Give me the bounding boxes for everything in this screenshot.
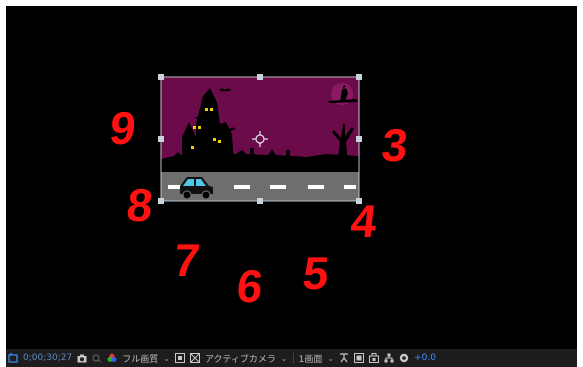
timecode[interactable]: 0;00;30;27	[23, 353, 72, 363]
lane-dash	[344, 185, 356, 189]
chevron-down-icon[interactable]: ⌄	[163, 354, 170, 363]
reset-exposure-icon[interactable]	[399, 353, 409, 363]
transform-handle[interactable]	[356, 74, 362, 80]
number-label-6: 6	[234, 260, 266, 312]
divider	[292, 353, 294, 363]
number-label-8: 8	[124, 179, 156, 231]
transform-handle[interactable]	[257, 198, 263, 204]
road-shoulder	[161, 165, 359, 172]
gravestone	[286, 150, 290, 157]
region-of-interest-icon[interactable]	[174, 353, 185, 363]
transform-handle[interactable]	[158, 136, 164, 142]
camera-select[interactable]: アクティブカメラ	[205, 352, 276, 365]
flowchart-icon[interactable]	[384, 353, 394, 363]
number-label-3: 3	[379, 119, 411, 171]
house-window	[205, 108, 208, 111]
transform-handle[interactable]	[158, 198, 164, 204]
draft-3d-icon[interactable]	[369, 353, 380, 363]
number-label-4: 4	[348, 195, 380, 247]
transform-handle[interactable]	[356, 136, 362, 142]
chevron-down-icon[interactable]: ⌄	[281, 354, 288, 363]
fast-preview-icon[interactable]	[339, 353, 349, 363]
viewer-status-bar: 0;00;30;27 フル画質 ⌄ アクティブカメラ ⌄ 1画面 ⌄ +0.0	[6, 349, 577, 367]
house-window	[218, 140, 221, 143]
composition-icon[interactable]	[8, 353, 18, 363]
house-window	[213, 138, 216, 141]
composition-viewer[interactable]: 9 3 8 4 7 6 5	[6, 6, 577, 349]
house-window	[198, 126, 201, 129]
transparency-grid-icon[interactable]	[189, 353, 200, 363]
transform-handle[interactable]	[257, 74, 263, 80]
chevron-down-icon[interactable]: ⌄	[327, 354, 334, 363]
composition-canvas[interactable]	[6, 6, 577, 349]
resolution-select[interactable]: フル画質	[122, 352, 158, 365]
show-snapshot-icon[interactable]	[92, 353, 102, 363]
house-window	[191, 146, 194, 149]
image-layer[interactable]	[161, 77, 359, 201]
number-label-5: 5	[300, 247, 332, 299]
transform-handle[interactable]	[158, 74, 164, 80]
number-label-7: 7	[171, 234, 203, 286]
house-window	[210, 108, 213, 111]
gravestone	[250, 148, 254, 156]
lane-dash	[168, 185, 182, 189]
exposure-value[interactable]: +0.0	[414, 353, 436, 363]
view-layout-select[interactable]: 1画面	[299, 352, 323, 365]
lane-dash	[270, 185, 286, 189]
color-channel-icon[interactable]	[107, 353, 117, 363]
toggle-mask-icon[interactable]	[354, 353, 365, 363]
number-label-9: 9	[107, 102, 139, 154]
house-window	[193, 126, 196, 129]
camera-snapshot-icon[interactable]	[77, 353, 87, 363]
lane-dash	[308, 185, 324, 189]
lane-dash	[234, 185, 250, 189]
